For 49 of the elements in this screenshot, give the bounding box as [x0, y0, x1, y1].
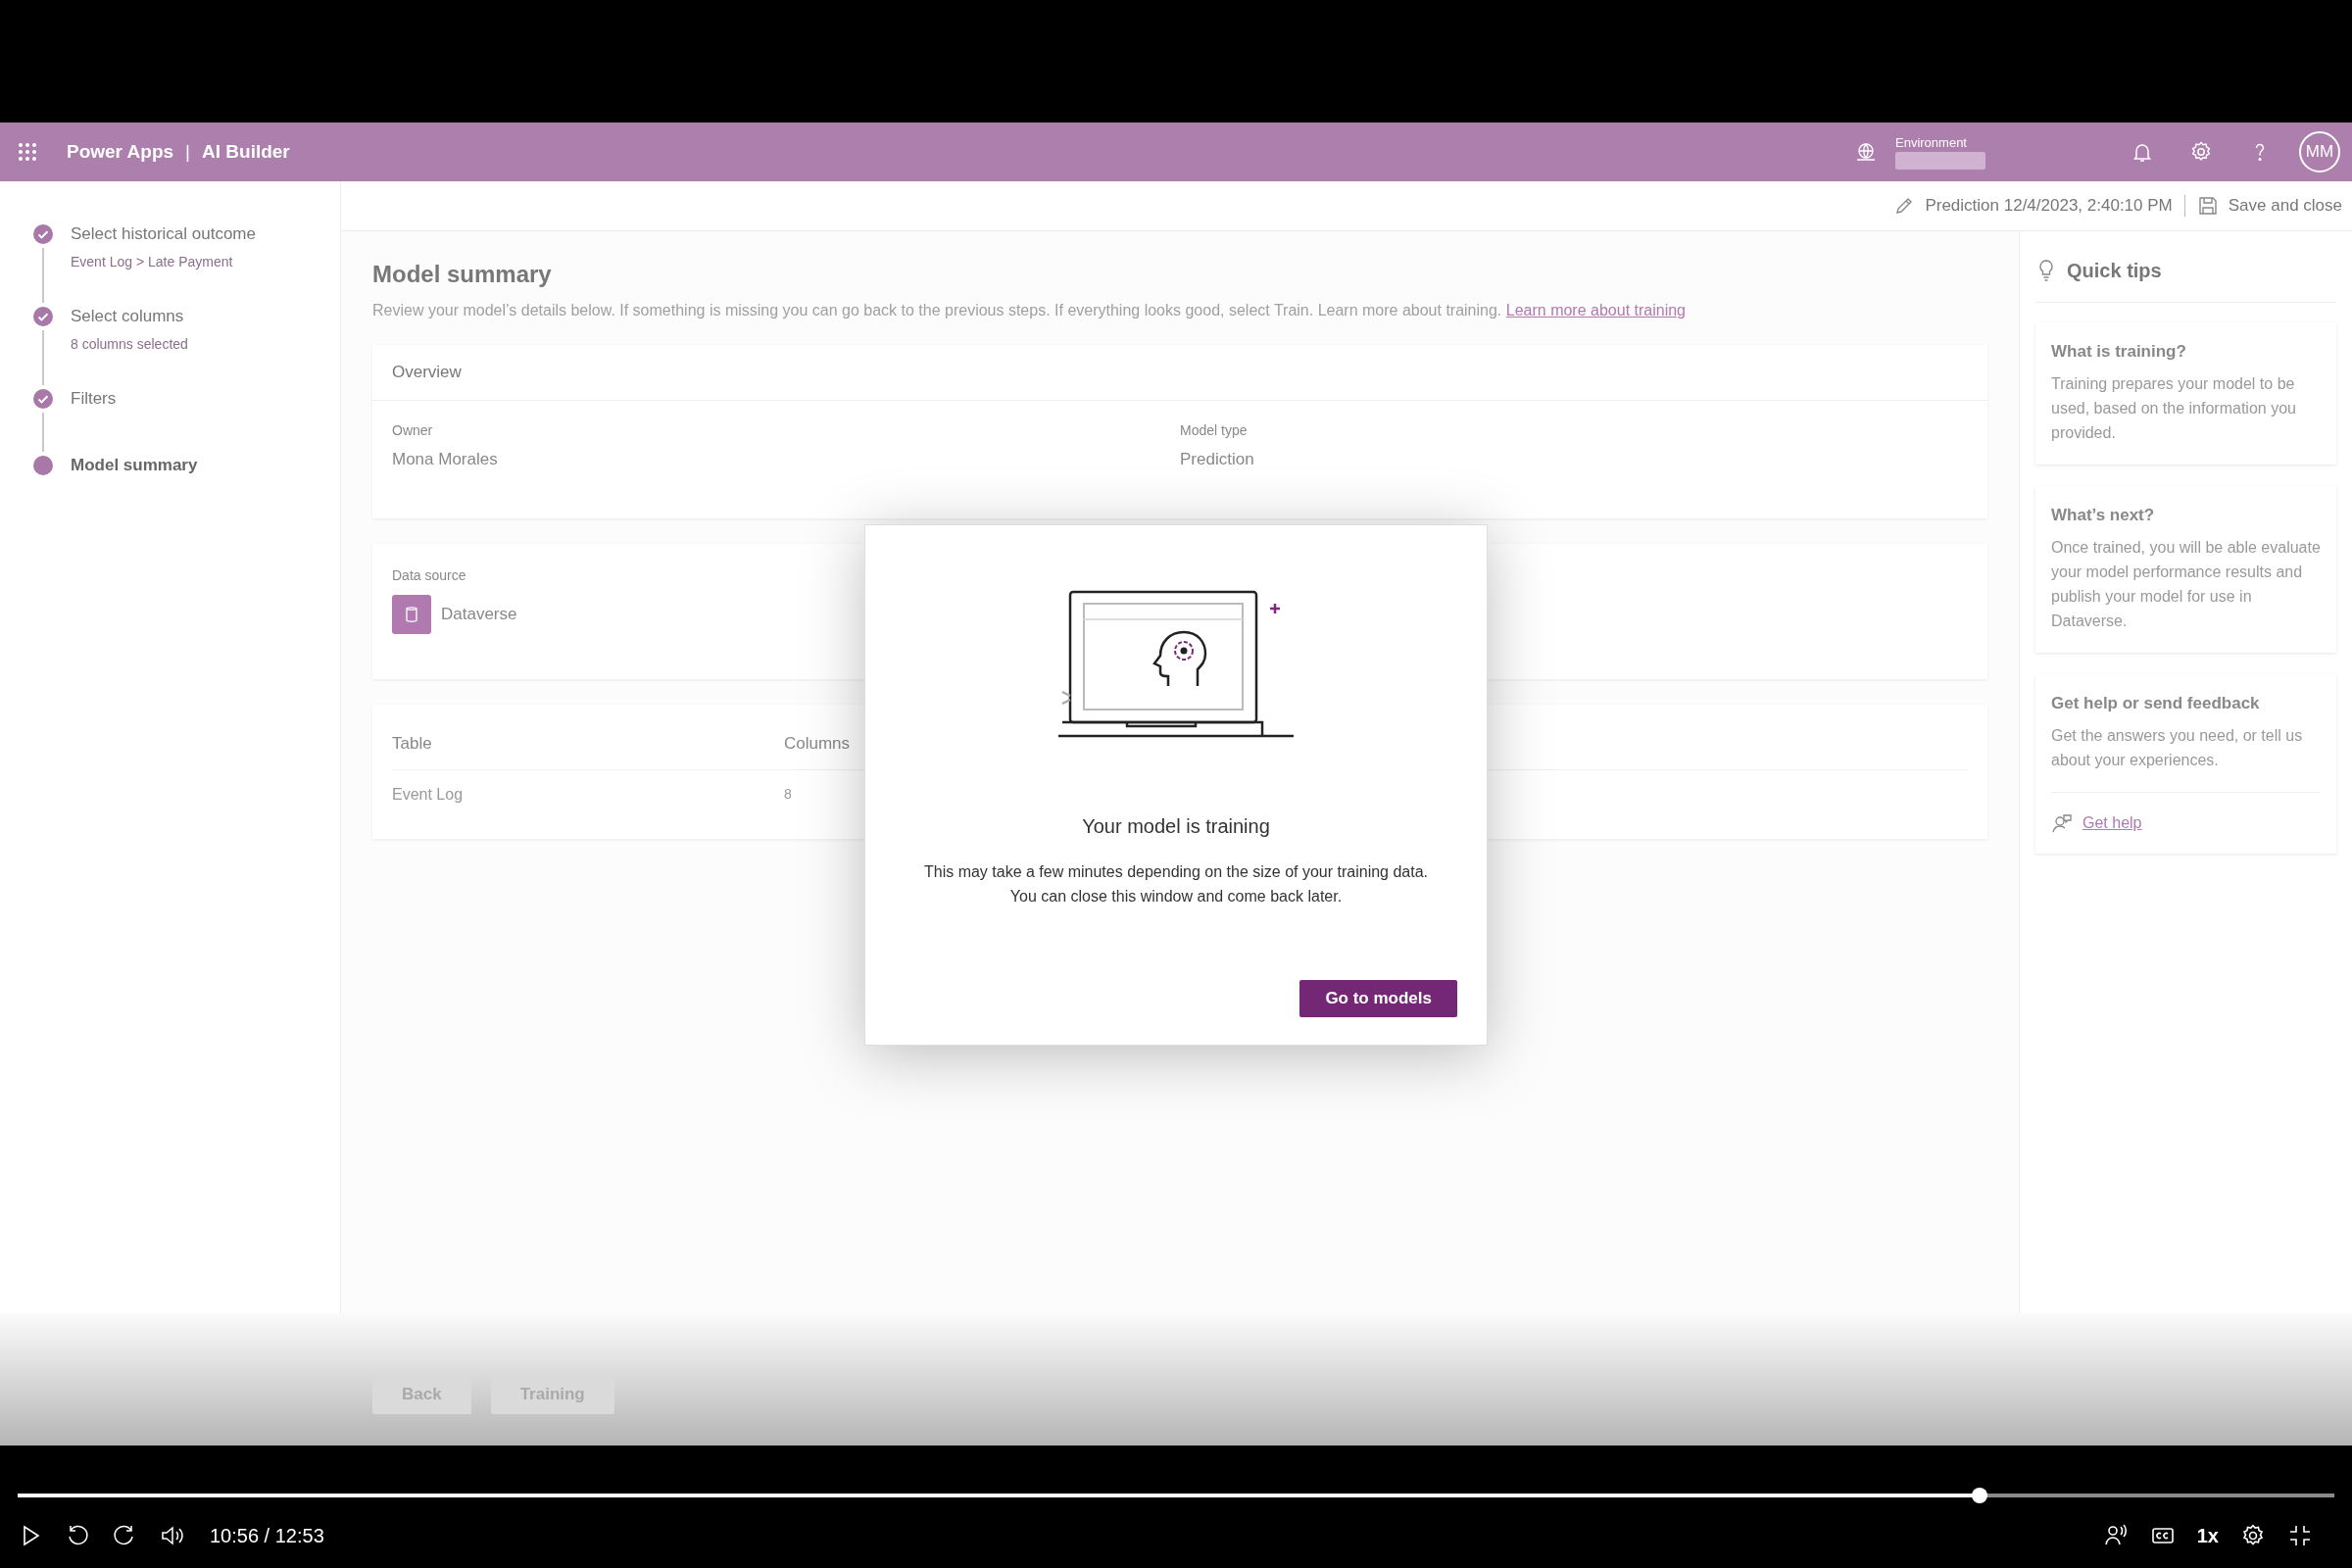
step-label[interactable]: Filters: [71, 389, 117, 409]
tip-title: What is training?: [2051, 342, 2187, 362]
field-value: Dataverse: [441, 605, 517, 624]
lightbulb-icon: [2037, 259, 2055, 282]
field-label: Owner: [392, 422, 434, 438]
model-name: Prediction 12/4/2023, 2:40:10 PM: [1925, 196, 2173, 216]
dialog-text: This may take a few minutes depending on the size of your training data.: [923, 862, 1429, 882]
table-cell-text: 8: [784, 786, 793, 804]
environment-label: Environment: [1895, 134, 1968, 150]
tip-title: Get help or send feedback: [2051, 694, 2261, 713]
step-label[interactable]: Model summary: [71, 456, 198, 475]
field-label: Data source: [392, 567, 467, 583]
go-to-models-button[interactable]: Go to models: [1299, 980, 1457, 1017]
table-cell-text: Event Log: [392, 786, 465, 804]
field-label: Model type: [1180, 422, 1249, 438]
dialog-title: Your model is training: [1082, 815, 1270, 838]
get-help-link[interactable]: Get help: [2082, 814, 2142, 832]
title-separator: |: [185, 141, 191, 163]
progress-thumb[interactable]: [1972, 1488, 1988, 1503]
app-name[interactable]: Power Apps: [67, 141, 174, 163]
step-detail: 8 columns selected: [71, 336, 188, 352]
quick-tips-title: Quick tips: [2067, 259, 2162, 282]
app-launcher-icon[interactable]: [18, 142, 37, 162]
user-avatar[interactable]: MM: [2299, 131, 2340, 172]
exit-fullscreen-icon[interactable]: [2287, 1523, 2313, 1548]
save-icon[interactable]: [2196, 195, 2219, 217]
person-chat-icon: [2051, 812, 2073, 834]
tip-text: Get the answers you need, or tell us about your experiences.: [2051, 726, 2304, 770]
step-label[interactable]: Select historical outcome: [71, 224, 256, 244]
card-heading: Overview: [372, 345, 1987, 401]
save-and-close-button[interactable]: Save and close: [2228, 196, 2342, 216]
playback-speed-button[interactable]: 1x: [2196, 1524, 2219, 1547]
environment-icon[interactable]: [1854, 140, 1878, 164]
dialog-text: You can close this window and come back later.: [1008, 887, 1344, 906]
tip-text: Training prepares your model to be used, based on the information you provided.: [2051, 374, 2297, 443]
tip-title: What’s next?: [2051, 506, 2156, 525]
playback-time: 10:56 / 12:53: [210, 1524, 324, 1547]
tip-text: Once trained, you will be able evaluate your model performance results and publish your model for use in Dataverse.: [2051, 538, 2321, 631]
column-header: Columns: [784, 734, 852, 754]
step-detail: Event Log > Late Payment: [71, 254, 234, 270]
learn-more-link[interactable]: Learn more about training: [1505, 302, 1686, 318]
field-value: Prediction: [1180, 450, 1255, 469]
page-title: Model summary: [372, 261, 553, 288]
step-label[interactable]: Select columns: [71, 307, 188, 326]
field-value: Mona Morales: [392, 450, 499, 469]
database-icon: [392, 595, 431, 634]
column-header: Table: [392, 734, 433, 754]
page-description: Review your model’s details below. If something is missing you can go back to the previous steps. If everything looks good, select Train. Learn more about training. Learn more about training: [372, 302, 1687, 319]
section-name: AI Builder: [202, 141, 290, 163]
